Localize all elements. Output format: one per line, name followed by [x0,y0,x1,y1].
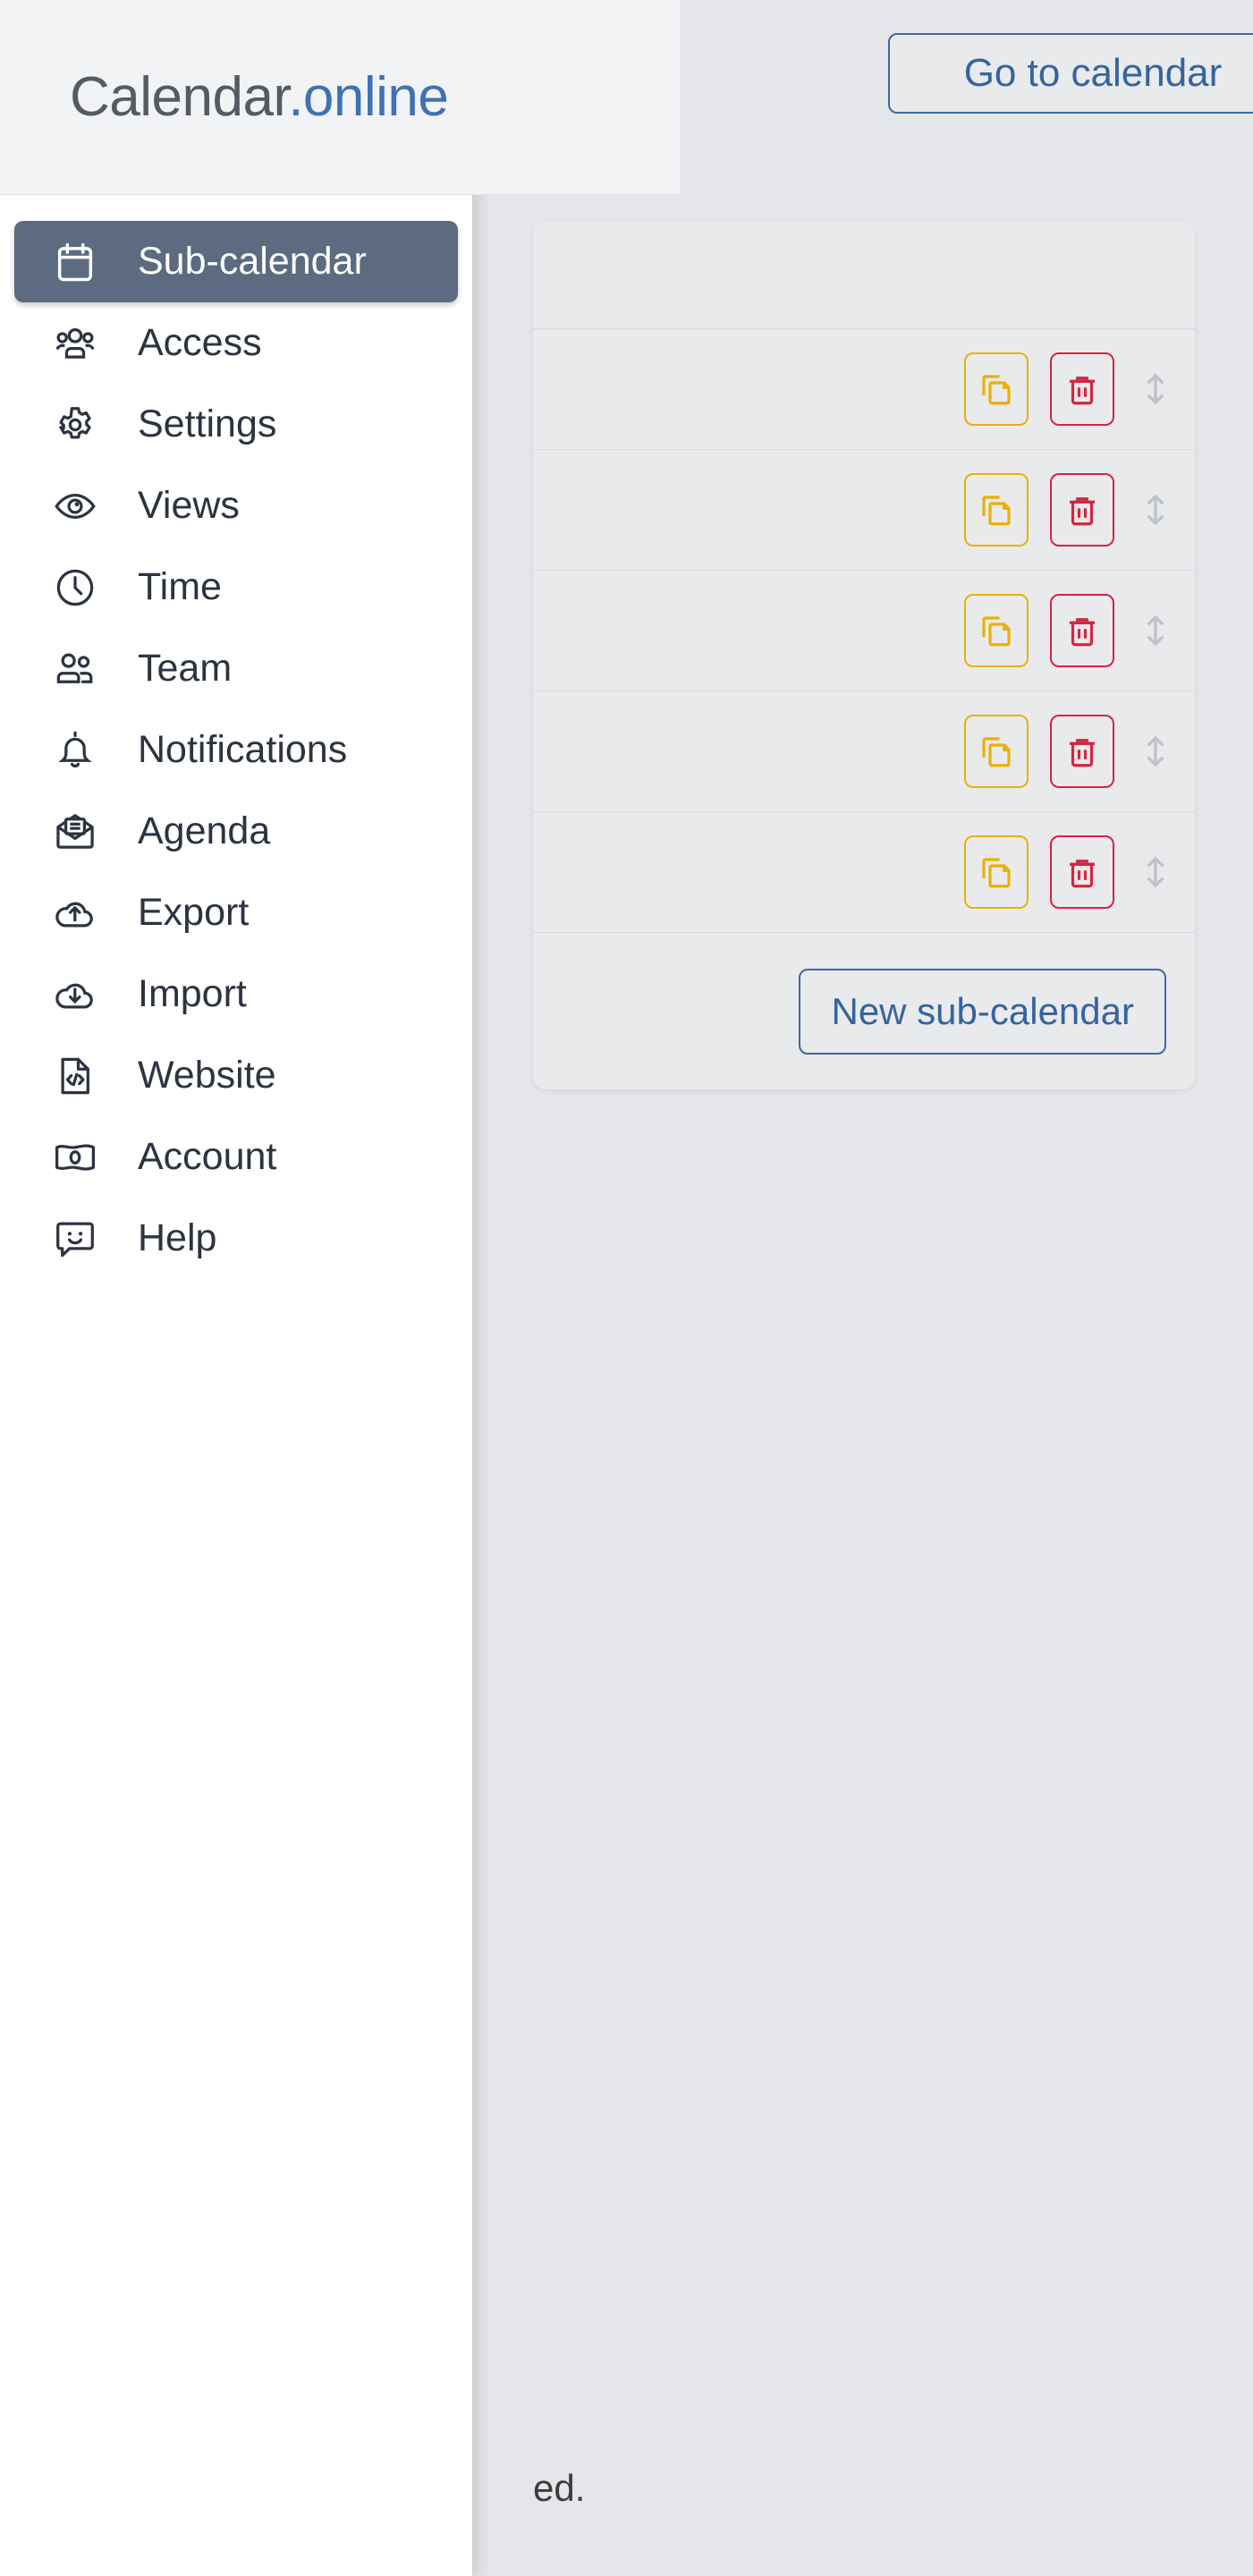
sidebar-item-sub-calendar[interactable]: Sub-calendar [14,221,458,302]
gear-icon [50,400,100,450]
reorder-arrows-icon[interactable] [1136,851,1175,894]
reorder-arrows-icon[interactable] [1136,488,1175,531]
open-envelope-icon [50,807,100,857]
row-action-group [964,715,1175,788]
row-action-group [964,594,1175,667]
screen-root: Go to calendar New sub-calendar ed. Cale… [0,0,1253,2576]
sidebar-item-settings[interactable]: Settings [14,384,458,465]
sidebar-item-label: Team [138,647,233,690]
table-row[interactable] [533,691,1195,812]
sub-calendar-list-card: New sub-calendar [533,222,1195,1089]
trash-icon[interactable] [1050,352,1114,426]
copy-icon[interactable] [964,835,1029,909]
smiley-chat-icon [50,1214,100,1264]
bell-icon [50,725,100,775]
sidebar-item-website[interactable]: Website [14,1035,458,1116]
row-action-group [964,352,1175,426]
copy-icon[interactable] [964,473,1029,547]
row-action-group [964,473,1175,547]
copy-icon[interactable] [964,352,1029,426]
bottom-note-text: ed. [533,2467,586,2509]
banknote-icon [50,1132,100,1182]
two-users-icon [50,644,100,694]
sidebar-item-notifications[interactable]: Notifications [14,709,458,791]
brand-logo[interactable]: Calendar.online [70,65,449,129]
sidebar-item-label: Agenda [138,809,271,852]
new-sub-calendar-button[interactable]: New sub-calendar [799,968,1166,1055]
sidebar-nav: Sub-calendar Access Settings Views Time … [0,195,472,1279]
sidebar-item-export[interactable]: Export [14,872,458,953]
trash-icon[interactable] [1050,835,1114,909]
clock-icon [50,563,100,613]
sidebar-item-account[interactable]: Account [14,1116,458,1198]
sidebar-item-import[interactable]: Import [14,953,458,1035]
table-row[interactable] [533,812,1195,933]
sidebar-item-label: Website [138,1054,276,1097]
eye-icon [50,481,100,531]
sidebar-item-help[interactable]: Help [14,1198,458,1279]
sidebar-item-label: Export [138,891,250,934]
reorder-arrows-icon[interactable] [1136,368,1175,411]
brand-bar: Calendar.online [0,0,680,195]
sidebar-item-agenda[interactable]: Agenda [14,791,458,872]
go-to-calendar-button[interactable]: Go to calendar [888,33,1253,114]
users-group-icon [50,318,100,369]
reorder-arrows-icon[interactable] [1136,609,1175,652]
sidebar-item-views[interactable]: Views [14,465,458,547]
trash-icon[interactable] [1050,594,1114,667]
card-header [533,222,1195,329]
sidebar-item-label: Import [138,972,247,1015]
copy-icon[interactable] [964,594,1029,667]
sidebar-item-time[interactable]: Time [14,547,458,628]
trash-icon[interactable] [1050,473,1114,547]
card-footer: New sub-calendar [533,933,1195,1089]
trash-icon[interactable] [1050,715,1114,788]
sidebar-item-label: Help [138,1216,217,1259]
cloud-download-icon [50,970,100,1020]
cloud-upload-icon [50,888,100,938]
sidebar-item-access[interactable]: Access [14,302,458,384]
table-row[interactable] [533,450,1195,571]
row-action-group [964,835,1175,909]
sidebar-item-label: Settings [138,402,277,445]
table-row[interactable] [533,571,1195,691]
code-file-icon [50,1051,100,1101]
calendar-icon [50,237,100,287]
main-menu-panel: Calendar.online Sub-calendar Access Sett… [0,0,680,2576]
sidebar-item-label: Time [138,565,222,608]
sidebar-item-label: Notifications [138,728,348,771]
sidebar-item-label: Sub-calendar [138,240,367,283]
reorder-arrows-icon[interactable] [1136,730,1175,773]
brand-name-part1: Calendar [70,66,289,128]
brand-name-part2: .online [288,66,449,128]
sidebar-item-label: Account [138,1135,277,1178]
copy-icon[interactable] [964,715,1029,788]
sidebar-item-label: Views [138,484,240,527]
table-row[interactable] [533,329,1195,450]
sidebar-item-team[interactable]: Team [14,628,458,709]
sidebar-item-label: Access [138,321,262,364]
